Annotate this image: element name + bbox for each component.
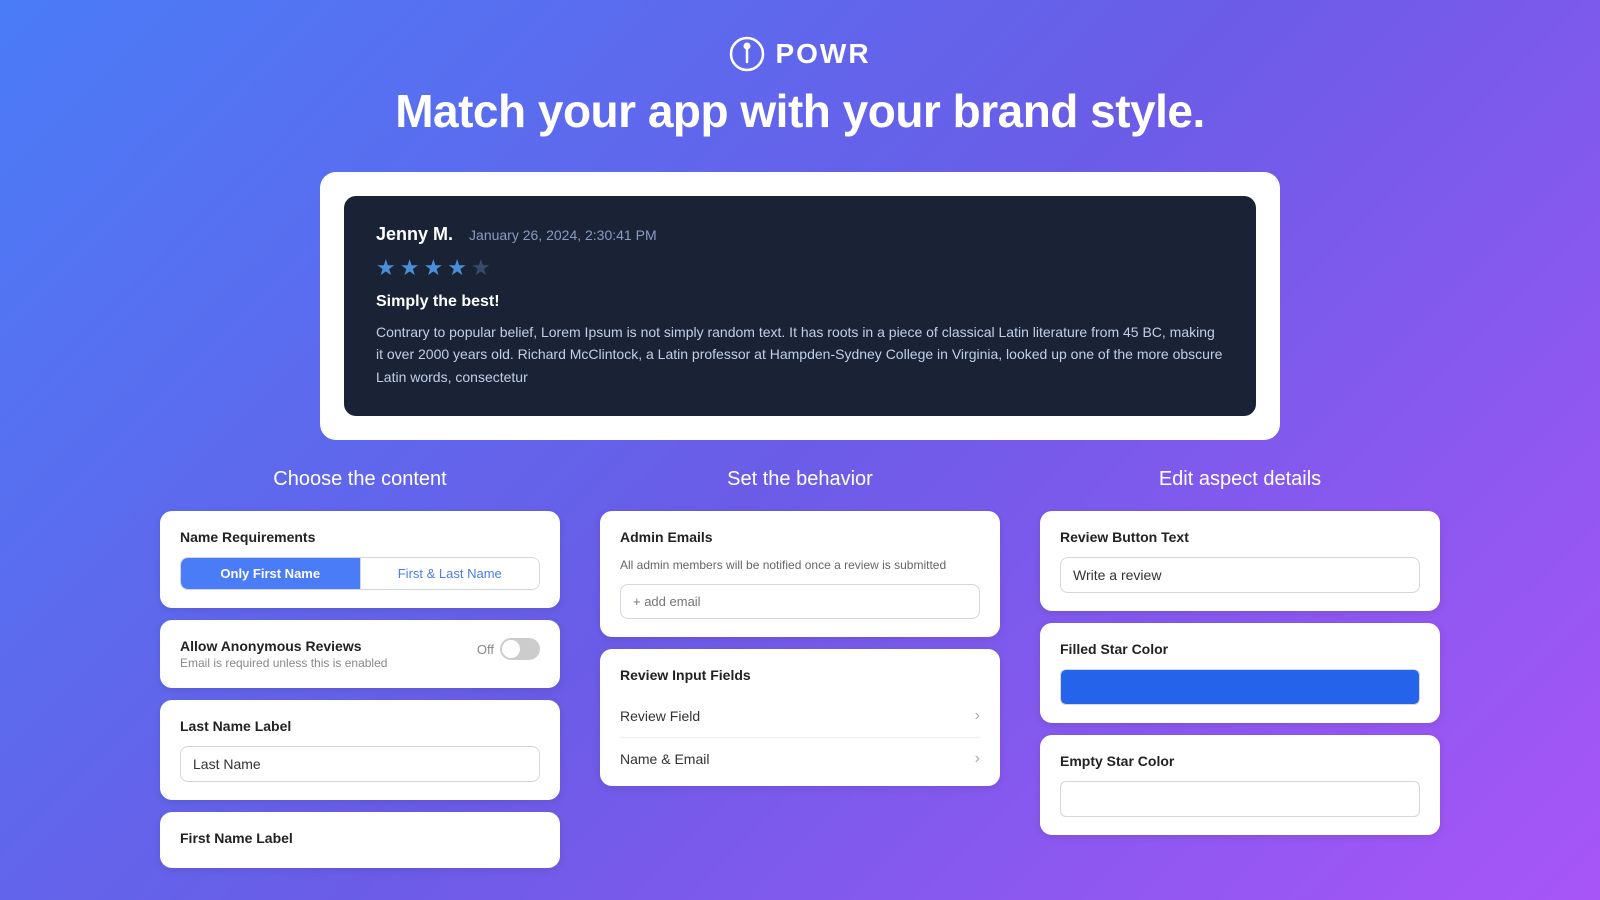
empty-star-color-title: Empty Star Color: [1060, 753, 1420, 769]
review-button-text-card: Review Button Text: [1040, 511, 1440, 611]
star-1: ★: [376, 255, 396, 281]
first-name-label-title: First Name Label: [180, 830, 540, 846]
add-email-input[interactable]: [620, 584, 980, 619]
only-first-name-button[interactable]: Only First Name: [181, 558, 360, 589]
empty-star-color-card: Empty Star Color: [1040, 735, 1440, 835]
review-title: Simply the best!: [376, 293, 1224, 311]
preview-container: Jenny M. January 26, 2024, 2:30:41 PM ★ …: [320, 172, 1280, 440]
review-field-label: Review Field: [620, 708, 700, 724]
anonymous-reviews-row: Allow Anonymous Reviews Email is require…: [180, 638, 540, 670]
name-email-item[interactable]: Name & Email ›: [620, 738, 980, 768]
first-last-name-button[interactable]: First & Last Name: [360, 558, 540, 589]
filled-star-color-card: Filled Star Color: [1040, 623, 1440, 723]
logo-text: POWR: [775, 38, 870, 70]
anonymous-reviews-sublabel: Email is required unless this is enabled: [180, 656, 387, 670]
filled-star-color-title: Filled Star Color: [1060, 641, 1420, 657]
review-field-chevron-icon: ›: [975, 707, 980, 725]
content-section: Choose the content Name Requirements Onl…: [160, 468, 560, 880]
star-rating: ★ ★ ★ ★ ★: [376, 255, 1224, 281]
first-name-label-card: First Name Label: [160, 812, 560, 868]
anonymous-toggle-group[interactable]: Off: [477, 638, 540, 660]
anonymous-reviews-labels: Allow Anonymous Reviews Email is require…: [180, 638, 387, 670]
behavior-section: Set the behavior Admin Emails All admin …: [600, 468, 1000, 880]
content-section-title: Choose the content: [160, 468, 560, 491]
admin-emails-description: All admin members will be notified once …: [620, 557, 980, 574]
filled-star-color-swatch[interactable]: [1060, 669, 1420, 705]
star-2: ★: [400, 255, 420, 281]
name-requirements-label: Name Requirements: [180, 529, 540, 545]
reviewer-name: Jenny M.: [376, 224, 453, 245]
name-requirements-toggle[interactable]: Only First Name First & Last Name: [180, 557, 540, 590]
logo: POWR: [0, 36, 1600, 72]
anonymous-reviews-card: Allow Anonymous Reviews Email is require…: [160, 620, 560, 688]
star-3: ★: [423, 255, 443, 281]
name-email-chevron-icon: ›: [975, 750, 980, 768]
name-email-label: Name & Email: [620, 751, 709, 767]
review-input-fields-title: Review Input Fields: [620, 667, 980, 683]
main-headline: Match your app with your brand style.: [0, 84, 1600, 138]
review-body: Contrary to popular belief, Lorem Ipsum …: [376, 321, 1224, 388]
empty-star-color-swatch[interactable]: [1060, 781, 1420, 817]
review-button-text-title: Review Button Text: [1060, 529, 1420, 545]
anonymous-toggle-state: Off: [477, 642, 494, 657]
aspect-section-title: Edit aspect details: [1040, 468, 1440, 491]
admin-emails-title: Admin Emails: [620, 529, 980, 545]
last-name-label-card: Last Name Label: [160, 700, 560, 800]
page-header: POWR Match your app with your brand styl…: [0, 0, 1600, 162]
last-name-input[interactable]: [180, 746, 540, 782]
review-input-fields-card: Review Input Fields Review Field › Name …: [600, 649, 1000, 786]
review-date: January 26, 2024, 2:30:41 PM: [469, 227, 657, 243]
review-meta: Jenny M. January 26, 2024, 2:30:41 PM: [376, 224, 1224, 245]
admin-emails-card: Admin Emails All admin members will be n…: [600, 511, 1000, 637]
review-button-text-input[interactable]: [1060, 557, 1420, 593]
review-card: Jenny M. January 26, 2024, 2:30:41 PM ★ …: [344, 196, 1256, 416]
anonymous-reviews-label: Allow Anonymous Reviews: [180, 638, 387, 654]
star-5: ★: [471, 255, 491, 281]
last-name-label-title: Last Name Label: [180, 718, 540, 734]
review-field-item[interactable]: Review Field ›: [620, 695, 980, 738]
name-requirements-card: Name Requirements Only First Name First …: [160, 511, 560, 608]
aspect-section: Edit aspect details Review Button Text F…: [1040, 468, 1440, 880]
behavior-section-title: Set the behavior: [600, 468, 1000, 491]
powr-logo-icon: [729, 36, 765, 72]
bottom-sections: Choose the content Name Requirements Onl…: [0, 468, 1600, 880]
anonymous-toggle-switch[interactable]: [500, 638, 540, 660]
star-4: ★: [447, 255, 467, 281]
